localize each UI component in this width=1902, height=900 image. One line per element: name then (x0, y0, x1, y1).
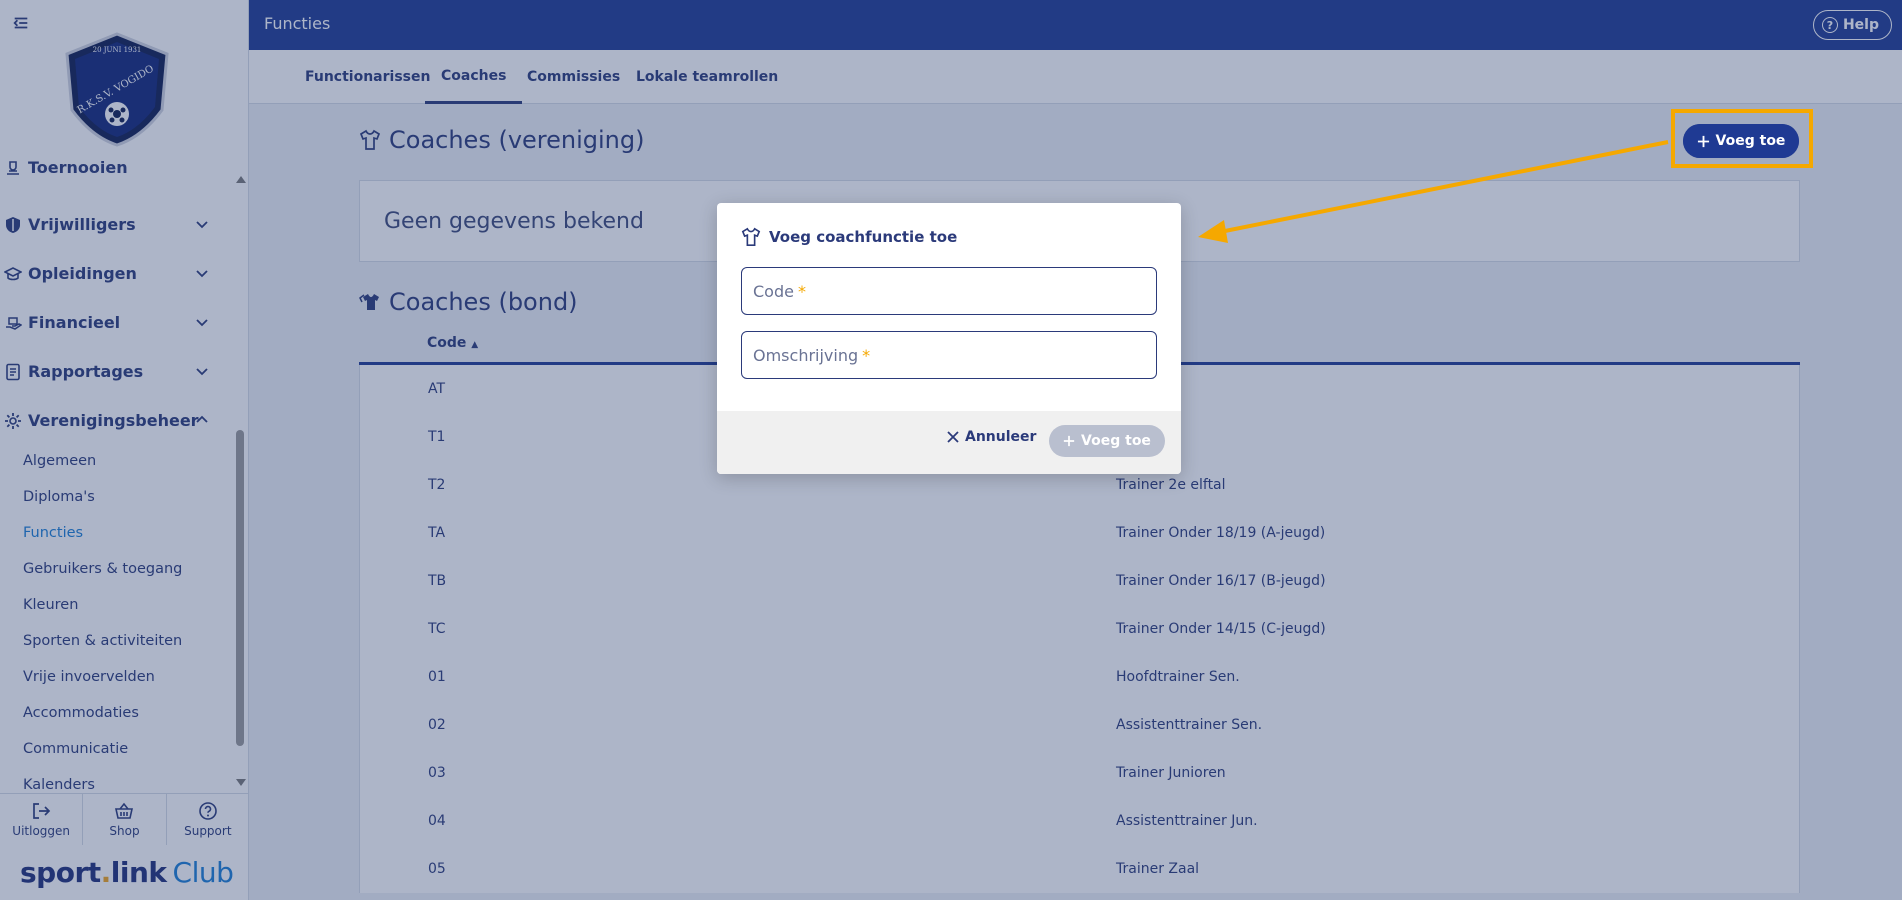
dialog-add-button[interactable]: Voeg toe (1049, 425, 1165, 457)
omschrijving-field[interactable]: Omschrijving * (741, 331, 1157, 379)
plus-icon (1063, 435, 1075, 447)
dialog-title: Voeg coachfunctie toe (741, 227, 957, 247)
dialog-footer: Annuleer Voeg toe (717, 411, 1181, 474)
dialog-title-label: Voeg coachfunctie toe (769, 228, 958, 246)
close-icon (947, 431, 959, 443)
dialog-add-label: Voeg toe (1081, 433, 1151, 449)
add-coach-button-highlighted[interactable]: Voeg toe (1683, 124, 1799, 158)
add-coach-function-dialog: Voeg coachfunctie toe Code * Omschrijving… (717, 203, 1181, 474)
plus-icon (1697, 135, 1709, 147)
code-placeholder: Code (753, 281, 794, 301)
omschrijving-placeholder: Omschrijving (753, 345, 859, 365)
code-field[interactable]: Code * (741, 267, 1157, 315)
add-coach-label: Voeg toe (1715, 133, 1786, 149)
shirt-icon (741, 227, 761, 246)
required-marker: * (797, 281, 806, 301)
required-marker: * (862, 345, 871, 365)
cancel-label: Annuleer (965, 429, 1037, 445)
cancel-button[interactable]: Annuleer (947, 429, 1036, 445)
